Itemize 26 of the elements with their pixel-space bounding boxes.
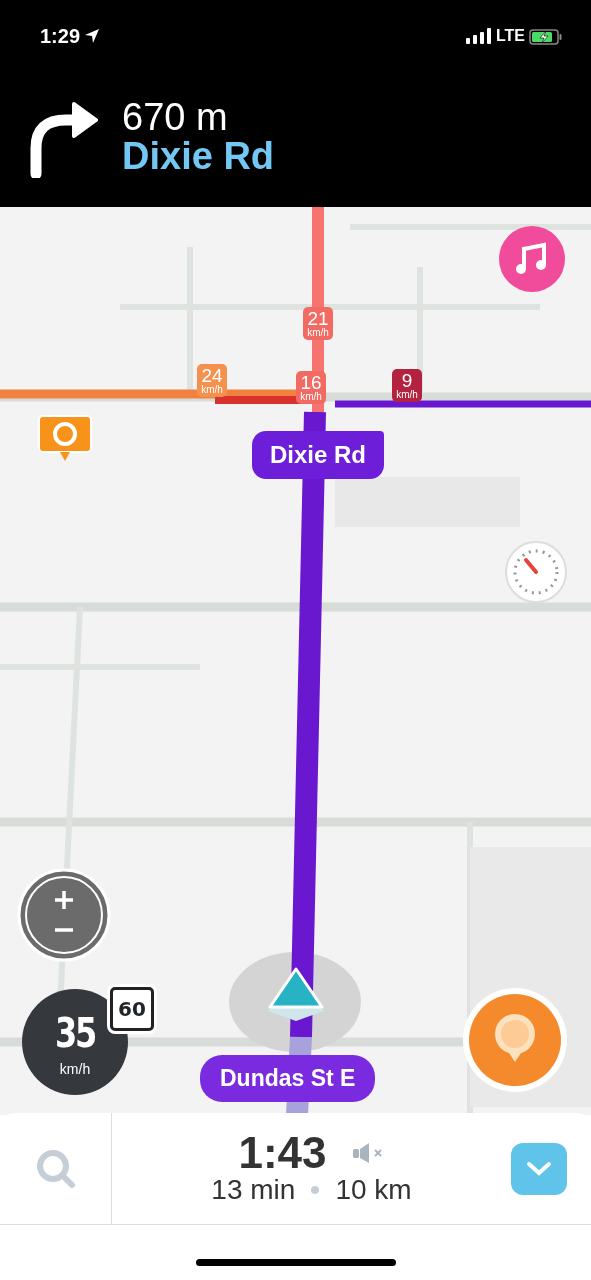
arrival-time: 1:43 <box>238 1131 327 1176</box>
signal-icon <box>465 28 492 44</box>
speedometer-icon[interactable] <box>504 540 568 604</box>
music-button[interactable] <box>499 226 565 292</box>
speed-limit-sign: 60 <box>110 987 154 1031</box>
network-type: LTE <box>495 26 525 46</box>
zoom-control[interactable] <box>17 868 111 962</box>
speed-tag: 9 km/h <box>392 369 422 402</box>
report-button[interactable] <box>461 986 569 1094</box>
speed-tag: 21 km/h <box>303 307 333 340</box>
search-button[interactable] <box>34 1147 77 1190</box>
clock-time: 1:29 <box>40 24 81 49</box>
trip-duration: 13 min <box>211 1175 296 1206</box>
muted-speaker-icon[interactable] <box>350 1141 385 1166</box>
expand-button[interactable] <box>511 1142 567 1195</box>
street-name: Dixie Rd <box>122 136 275 178</box>
location-arrow-icon <box>84 28 101 44</box>
chevron-down-icon <box>526 1160 552 1177</box>
separator-dot-icon <box>311 1186 320 1195</box>
current-street-label: Dundas St E <box>200 1055 376 1102</box>
speed-tag: 16 km/h <box>296 371 326 404</box>
turn-street-label: Dixie Rd <box>252 431 385 479</box>
distance-text: 670 m <box>122 98 229 136</box>
coin-marker-icon[interactable] <box>38 415 92 463</box>
speed-tag: 24 km/h <box>197 364 227 397</box>
trip-distance: 10 km <box>335 1175 412 1206</box>
